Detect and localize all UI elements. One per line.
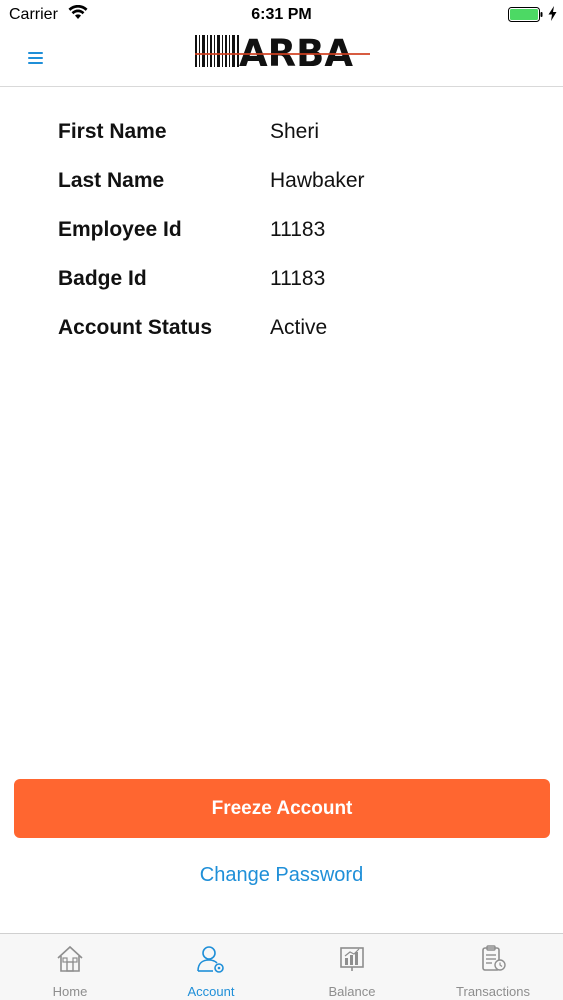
tab-transactions[interactable]: Transactions bbox=[423, 934, 563, 1000]
badge-id-value: 11183 bbox=[270, 267, 326, 290]
last-name-label: Last Name bbox=[58, 169, 165, 192]
tab-balance-label: Balance bbox=[328, 984, 376, 999]
transactions-icon bbox=[482, 945, 506, 971]
account-icon bbox=[197, 946, 224, 973]
tab-balance[interactable]: Balance bbox=[282, 934, 422, 1000]
tab-transactions-label: Transactions bbox=[456, 984, 530, 999]
battery-icon bbox=[508, 7, 543, 22]
barcode-logo: ARBA bbox=[195, 32, 370, 70]
last-name-value: Hawbaker bbox=[270, 169, 365, 192]
logo-text: ARBA bbox=[239, 32, 353, 70]
badge-id-label: Badge Id bbox=[58, 267, 147, 290]
nav-bar: ARBA bbox=[0, 28, 563, 87]
tab-account[interactable]: Account bbox=[141, 934, 281, 1000]
first-name-label: First Name bbox=[58, 120, 167, 143]
freeze-account-button[interactable]: Freeze Account bbox=[14, 779, 550, 838]
tab-account-label: Account bbox=[187, 984, 235, 999]
status-bar: Carrier 6:31 PM bbox=[0, 0, 563, 28]
status-time: 6:31 PM bbox=[251, 6, 312, 23]
employee-id-value: 11183 bbox=[270, 218, 326, 241]
tab-home[interactable]: Home bbox=[0, 934, 140, 1000]
account-status-value: Active bbox=[270, 316, 328, 339]
account-status-label: Account Status bbox=[58, 316, 213, 339]
tab-bar: Home Account Balance Transactions bbox=[0, 933, 563, 1000]
hamburger-menu-icon[interactable] bbox=[28, 52, 43, 64]
change-password-link[interactable]: Change Password bbox=[0, 864, 563, 887]
charging-bolt-icon bbox=[548, 6, 557, 21]
first-name-value: Sheri bbox=[270, 120, 320, 143]
employee-id-label: Employee Id bbox=[58, 218, 182, 241]
balance-chart-icon bbox=[340, 947, 364, 971]
tab-home-label: Home bbox=[52, 984, 88, 999]
home-icon bbox=[57, 945, 83, 972]
